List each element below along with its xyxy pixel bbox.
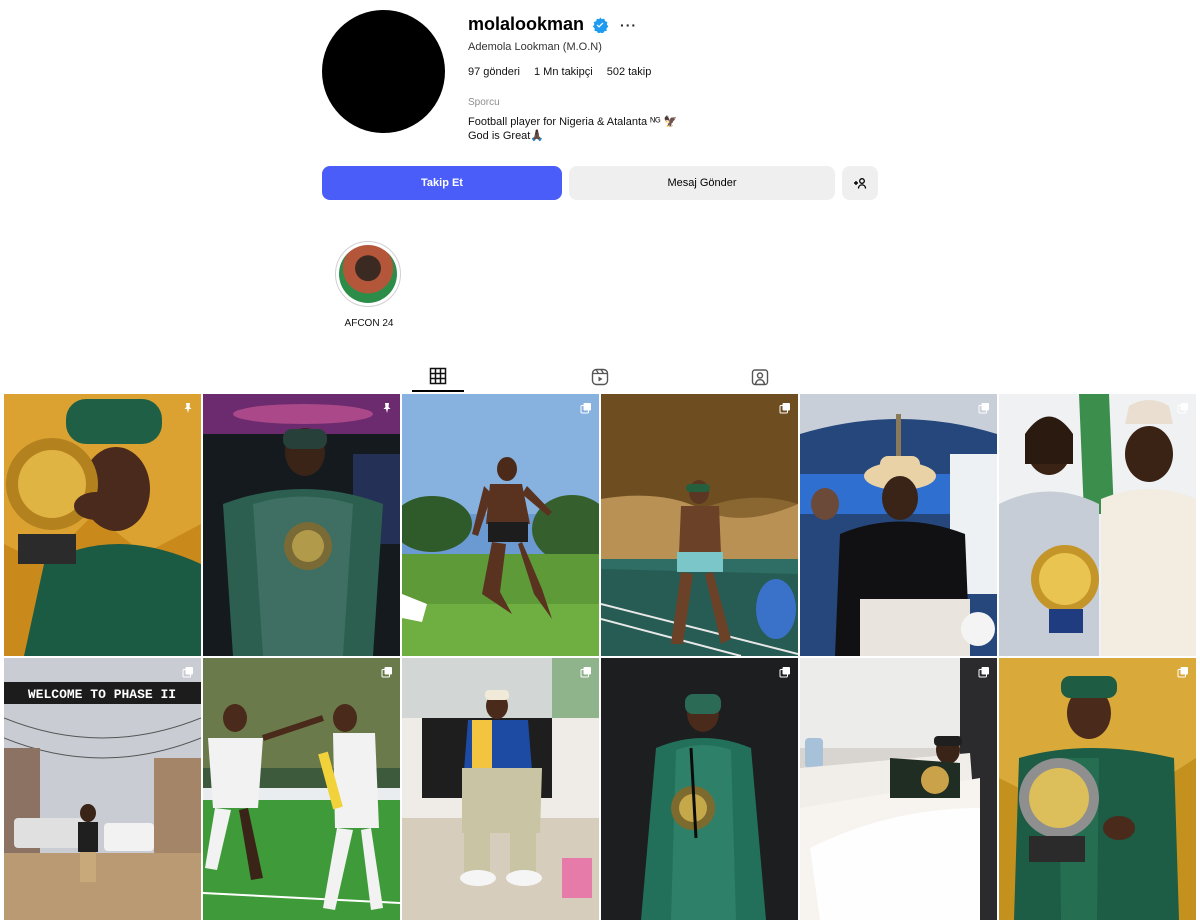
following-count[interactable]: 502 takip <box>607 66 652 78</box>
post-tile[interactable] <box>402 394 599 656</box>
profile-tabs <box>0 362 1200 392</box>
post-image <box>4 394 201 656</box>
pin-icon <box>182 401 194 413</box>
send-message-button[interactable]: Mesaj Gönder <box>569 166 835 200</box>
reels-icon <box>591 368 609 386</box>
carousel-icon <box>580 665 592 678</box>
post-image <box>601 394 798 656</box>
highlight-cover <box>339 245 397 303</box>
carousel-icon <box>580 401 592 414</box>
tagged-icon <box>751 369 769 386</box>
profile-bio: Football player for Nigeria & Atalanta ᴺ… <box>468 115 677 143</box>
post-banner-text: WELCOME TO PHASE II <box>28 687 176 702</box>
carousel-icon <box>381 665 393 678</box>
profile-stats: 97 gönderi 1 Mn takipçi 502 takip <box>468 66 651 78</box>
post-tile[interactable] <box>203 658 400 920</box>
post-tile[interactable] <box>800 658 997 920</box>
pin-icon <box>381 401 393 413</box>
story-highlight[interactable]: AFCON 24 <box>335 241 403 329</box>
suggest-user-button[interactable] <box>842 166 878 200</box>
post-tile[interactable] <box>601 394 798 656</box>
carousel-icon <box>182 665 194 678</box>
posts-grid: WELCOME TO PHASE II <box>4 394 1196 920</box>
post-tile[interactable] <box>402 658 599 920</box>
username: molalookman <box>468 14 585 34</box>
username-row: molalookman ··· <box>468 14 637 35</box>
add-person-icon <box>854 178 867 189</box>
post-tile[interactable] <box>800 394 997 656</box>
carousel-icon <box>779 401 791 414</box>
post-image <box>800 394 997 656</box>
highlight-label: AFCON 24 <box>344 318 394 329</box>
carousel-icon <box>1177 401 1189 414</box>
post-image <box>601 658 798 920</box>
post-tile[interactable]: WELCOME TO PHASE II <box>4 658 201 920</box>
follow-button[interactable]: Takip Et <box>322 166 562 200</box>
tab-tagged[interactable] <box>734 362 786 392</box>
post-image <box>402 394 599 656</box>
post-tile[interactable] <box>601 658 798 920</box>
verified-badge-icon <box>592 16 609 33</box>
bio-line-1: Football player for Nigeria & Atalanta ᴺ… <box>468 116 678 128</box>
post-tile[interactable] <box>203 394 400 656</box>
full-name: Ademola Lookman (M.O.N) <box>468 41 602 53</box>
post-image <box>203 394 400 656</box>
post-tile[interactable] <box>999 658 1196 920</box>
post-image <box>203 658 400 920</box>
tab-reels[interactable] <box>574 362 626 392</box>
post-image <box>800 658 997 920</box>
followers-count[interactable]: 1 Mn takipçi <box>534 66 593 78</box>
post-image <box>999 658 1196 920</box>
more-options-icon[interactable]: ··· <box>620 17 637 33</box>
post-image <box>402 658 599 920</box>
post-tile[interactable] <box>999 394 1196 656</box>
tab-posts[interactable] <box>412 362 464 392</box>
carousel-icon <box>978 665 990 678</box>
post-image <box>999 394 1196 656</box>
post-tile[interactable] <box>4 394 201 656</box>
profile-avatar[interactable] <box>322 10 445 133</box>
carousel-icon <box>1177 665 1189 678</box>
grid-icon <box>429 367 447 385</box>
carousel-icon <box>978 401 990 414</box>
carousel-icon <box>779 665 791 678</box>
post-image: WELCOME TO PHASE II <box>4 658 201 920</box>
highlight-ring <box>335 241 401 307</box>
posts-count: 97 gönderi <box>468 66 520 78</box>
bio-line-2: God is Great🙏🏿 <box>468 130 545 142</box>
profile-category: Sporcu <box>468 97 500 108</box>
